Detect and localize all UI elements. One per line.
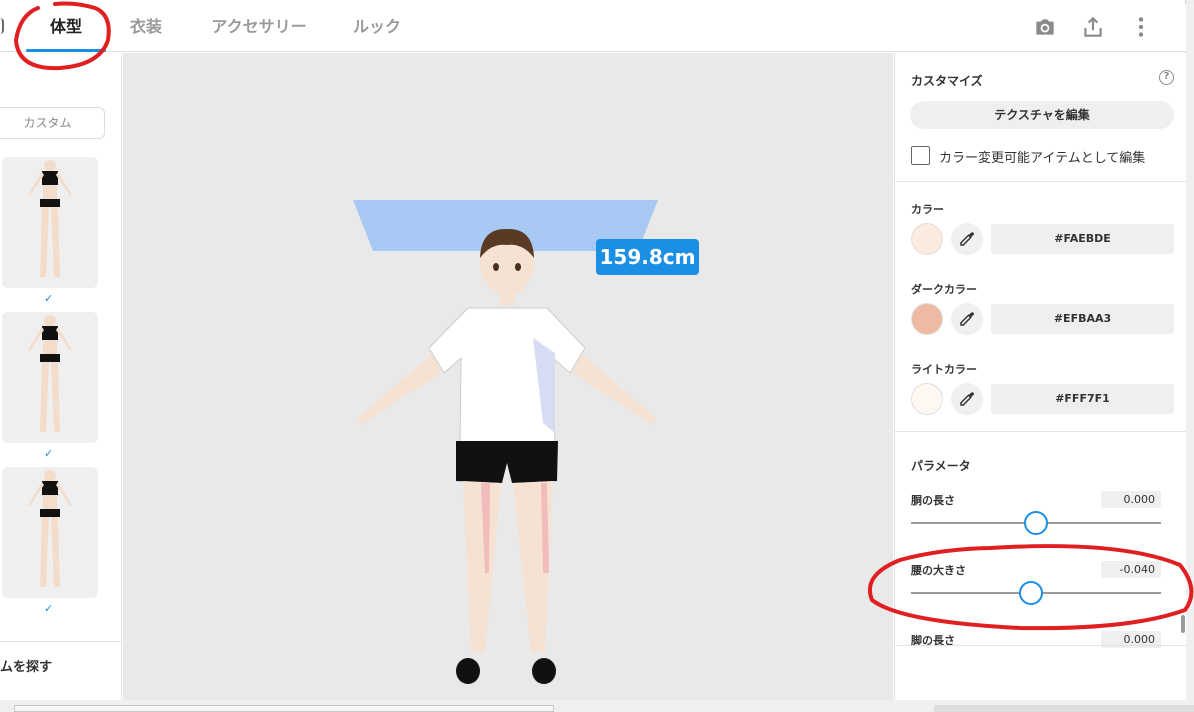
param-label: 胴の長さ (911, 494, 955, 507)
selected-check-icon: ✓ (44, 292, 54, 305)
preset-figure-icon (28, 160, 72, 277)
custom-button[interactable]: カスタム (0, 107, 105, 139)
divider (895, 181, 1186, 182)
param-value-field[interactable]: 0.000 (1101, 491, 1161, 508)
color-hex-field[interactable]: #FAEBDE (991, 224, 1174, 254)
share-icon[interactable] (1080, 14, 1106, 40)
tab-body-type[interactable]: 体型 (26, 4, 106, 52)
tab-accessory[interactable]: アクセサリー (204, 4, 314, 52)
taskbar-strip (14, 705, 554, 712)
divider (895, 431, 1186, 432)
find-items-link[interactable]: ムを探す (0, 656, 52, 675)
color-label: カラー (911, 203, 944, 216)
dark-color-hex-field[interactable]: #EFBAA3 (991, 304, 1174, 334)
more-vert-icon[interactable] (1128, 14, 1154, 40)
light-color-label: ライトカラー (911, 363, 977, 376)
param-slider-thumb[interactable] (1024, 511, 1048, 535)
param-value-field[interactable]: -0.040 (1101, 561, 1161, 578)
camera-icon[interactable] (1032, 14, 1058, 40)
tab-look[interactable]: ルック (346, 4, 408, 52)
param-label: 腰の大きさ (911, 564, 966, 577)
color-editable-checkbox[interactable] (911, 146, 930, 165)
avatar-model (353, 200, 658, 684)
app-window: 体型 衣装 アクセサリー ルック カスタム ✓ ✓ ✓ ムを探す 159.8cm… (0, 0, 1186, 700)
scrollbar-thumb[interactable] (1181, 615, 1185, 633)
body-preset-card[interactable] (2, 312, 98, 443)
help-icon[interactable]: ? (1159, 70, 1174, 85)
color-editable-label: カラー変更可能アイテムとして編集 (939, 151, 1146, 166)
param-slider-thumb[interactable] (1019, 581, 1043, 605)
partial-icon (0, 18, 4, 34)
divider (0, 641, 122, 642)
customize-panel: カスタマイズ ? テクスチャを編集 カラー変更可能アイテムとして編集 カラー #… (894, 53, 1186, 700)
dark-color-label: ダークカラー (911, 283, 977, 296)
dark-color-swatch[interactable] (911, 303, 943, 335)
selected-check-icon: ✓ (44, 602, 54, 615)
height-readout: 159.8cm (596, 239, 699, 275)
body-preset-card[interactable] (2, 157, 98, 288)
customize-title: カスタマイズ (911, 74, 983, 88)
divider (895, 645, 1186, 646)
avatar-3d-viewport[interactable]: 159.8cm (123, 53, 893, 700)
light-color-hex-field[interactable]: #FFF7F1 (991, 384, 1174, 414)
top-tab-bar: 体型 衣装 アクセサリー ルック (0, 4, 1186, 52)
preset-figure-icon (28, 315, 72, 432)
tab-costume[interactable]: 衣装 (122, 4, 170, 52)
color-swatch[interactable] (911, 223, 943, 255)
selected-check-icon: ✓ (44, 447, 54, 460)
preset-figure-icon (28, 470, 72, 587)
eyedropper-icon[interactable] (951, 303, 983, 335)
eyedropper-icon[interactable] (951, 383, 983, 415)
preset-sidebar: カスタム ✓ ✓ ✓ ムを探す (0, 53, 122, 700)
body-preset-card[interactable] (2, 467, 98, 598)
taskbar-strip (934, 705, 1194, 712)
edit-texture-button[interactable]: テクスチャを編集 (910, 101, 1174, 129)
light-color-swatch[interactable] (911, 383, 943, 415)
eyedropper-icon[interactable] (951, 223, 983, 255)
parameters-title: パラメータ (911, 459, 971, 473)
